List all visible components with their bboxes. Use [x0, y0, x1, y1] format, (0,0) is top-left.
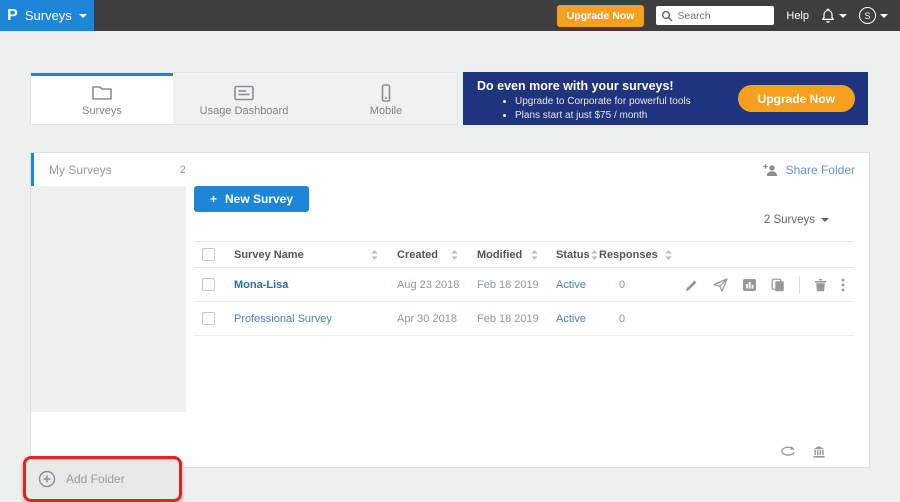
tab-surveys[interactable]: Surveys	[31, 73, 173, 124]
column-label: Survey Name	[234, 249, 304, 261]
row-actions	[679, 276, 854, 294]
row-checkbox[interactable]	[202, 278, 215, 291]
search-icon	[661, 10, 673, 22]
search-box[interactable]	[656, 6, 774, 25]
chevron-down-icon	[79, 14, 87, 18]
tab-usage-dashboard[interactable]: Usage Dashboard	[173, 73, 315, 124]
share-folder-label: Share Folder	[786, 163, 855, 177]
column-responses[interactable]: Responses	[599, 249, 679, 261]
surveys-table: Survey Name Created Modified Status Resp…	[194, 241, 854, 336]
account-menu[interactable]: S	[859, 7, 888, 24]
notifications-menu[interactable]	[821, 8, 847, 23]
more-options-icon[interactable]	[841, 278, 845, 292]
edit-icon[interactable]	[685, 278, 699, 292]
plus-circle-icon	[38, 470, 56, 488]
chevron-down-icon	[821, 218, 829, 222]
tab-label: Usage Dashboard	[200, 105, 289, 117]
sort-icon[interactable]	[590, 249, 599, 261]
surveys-count-label: 2 Surveys	[764, 214, 815, 226]
responses-cell: 0	[599, 279, 625, 291]
dashboard-icon	[233, 84, 255, 102]
tab-label: Surveys	[82, 105, 122, 117]
new-survey-button[interactable]: + New Survey	[194, 186, 309, 212]
add-folder-label: Add Folder	[66, 472, 125, 486]
status-link[interactable]: Active	[556, 279, 586, 291]
mobile-icon	[375, 84, 397, 102]
distribute-icon[interactable]	[713, 278, 728, 292]
modified-cell: Feb 18 2019	[463, 313, 543, 325]
surveys-panel: My Surveys 2 Share Folder Add Folder + N…	[30, 152, 870, 468]
product-menu-label: Surveys	[25, 8, 72, 23]
modified-cell: Feb 18 2019	[463, 279, 543, 291]
help-link[interactable]: Help	[786, 10, 809, 22]
responses-cell: 0	[599, 313, 625, 325]
column-survey-name[interactable]: Survey Name	[234, 249, 383, 261]
select-all-checkbox[interactable]	[202, 248, 215, 261]
search-input[interactable]	[677, 10, 767, 22]
upgrade-banner: Do even more with your surveys! Upgrade …	[463, 72, 868, 125]
column-label: Modified	[477, 249, 522, 261]
column-label: Status	[556, 249, 590, 261]
module-tabs: Surveys Usage Dashboard Mobile	[30, 72, 458, 125]
plus-icon: +	[210, 192, 217, 206]
add-folder-button[interactable]: Add Folder	[23, 456, 182, 502]
table-row: Mona-Lisa Aug 23 2018 Feb 18 2019 Active…	[194, 268, 854, 302]
column-modified[interactable]: Modified	[463, 249, 543, 261]
copy-icon[interactable]	[771, 278, 785, 292]
archive-icon[interactable]	[812, 445, 826, 459]
survey-list-area: + New Survey 2 Surveys Survey Name Creat…	[186, 186, 869, 467]
column-label: Responses	[599, 249, 658, 261]
column-status[interactable]: Status	[543, 249, 599, 261]
folder-count-badge: 2	[180, 164, 186, 176]
bell-icon	[821, 8, 835, 23]
app-logo-icon: P	[7, 7, 18, 25]
list-footer-tools	[780, 445, 826, 459]
banner-upgrade-button[interactable]: Upgrade Now	[738, 85, 855, 112]
sort-icon[interactable]	[370, 249, 379, 261]
survey-name-link[interactable]: Professional Survey	[234, 313, 332, 325]
report-icon[interactable]	[742, 278, 757, 292]
folder-item-my-surveys[interactable]: My Surveys	[49, 163, 112, 177]
chevron-down-icon	[839, 14, 847, 18]
row-checkbox[interactable]	[202, 312, 215, 325]
surveys-count-dropdown[interactable]: 2 Surveys	[764, 214, 829, 226]
tab-mobile[interactable]: Mobile	[315, 73, 457, 124]
tab-label: Mobile	[370, 105, 402, 117]
share-folder-button[interactable]: Share Folder	[762, 163, 855, 177]
app-menu[interactable]: P Surveys	[0, 0, 94, 31]
new-survey-label: New Survey	[225, 192, 293, 206]
column-label: Created	[397, 249, 438, 261]
top-navbar: P Surveys Upgrade Now Help S	[0, 0, 900, 31]
delete-icon[interactable]	[814, 278, 827, 292]
folder-header: My Surveys 2 Share Folder	[31, 153, 869, 186]
active-folder-indicator	[31, 153, 34, 186]
sort-icon[interactable]	[450, 249, 459, 261]
upgrade-now-button[interactable]: Upgrade Now	[557, 5, 645, 27]
person-plus-icon	[762, 163, 779, 177]
avatar: S	[859, 7, 876, 24]
created-cell: Apr 30 2018	[383, 313, 463, 325]
actions-divider	[799, 276, 800, 294]
table-header-row: Survey Name Created Modified Status Resp…	[194, 241, 854, 268]
table-row: Professional Survey Apr 30 2018 Feb 18 2…	[194, 302, 854, 336]
folder-list[interactable]	[31, 186, 186, 412]
survey-name-link[interactable]: Mona-Lisa	[234, 279, 288, 291]
sort-icon[interactable]	[530, 249, 539, 261]
sort-icon[interactable]	[664, 249, 673, 261]
chevron-down-icon	[880, 14, 888, 18]
folder-icon	[91, 84, 113, 102]
status-link[interactable]: Active	[556, 313, 586, 325]
restore-icon[interactable]	[780, 445, 796, 459]
folders-sidebar: Add Folder	[31, 186, 186, 468]
created-cell: Aug 23 2018	[383, 279, 463, 291]
column-created[interactable]: Created	[383, 249, 463, 261]
